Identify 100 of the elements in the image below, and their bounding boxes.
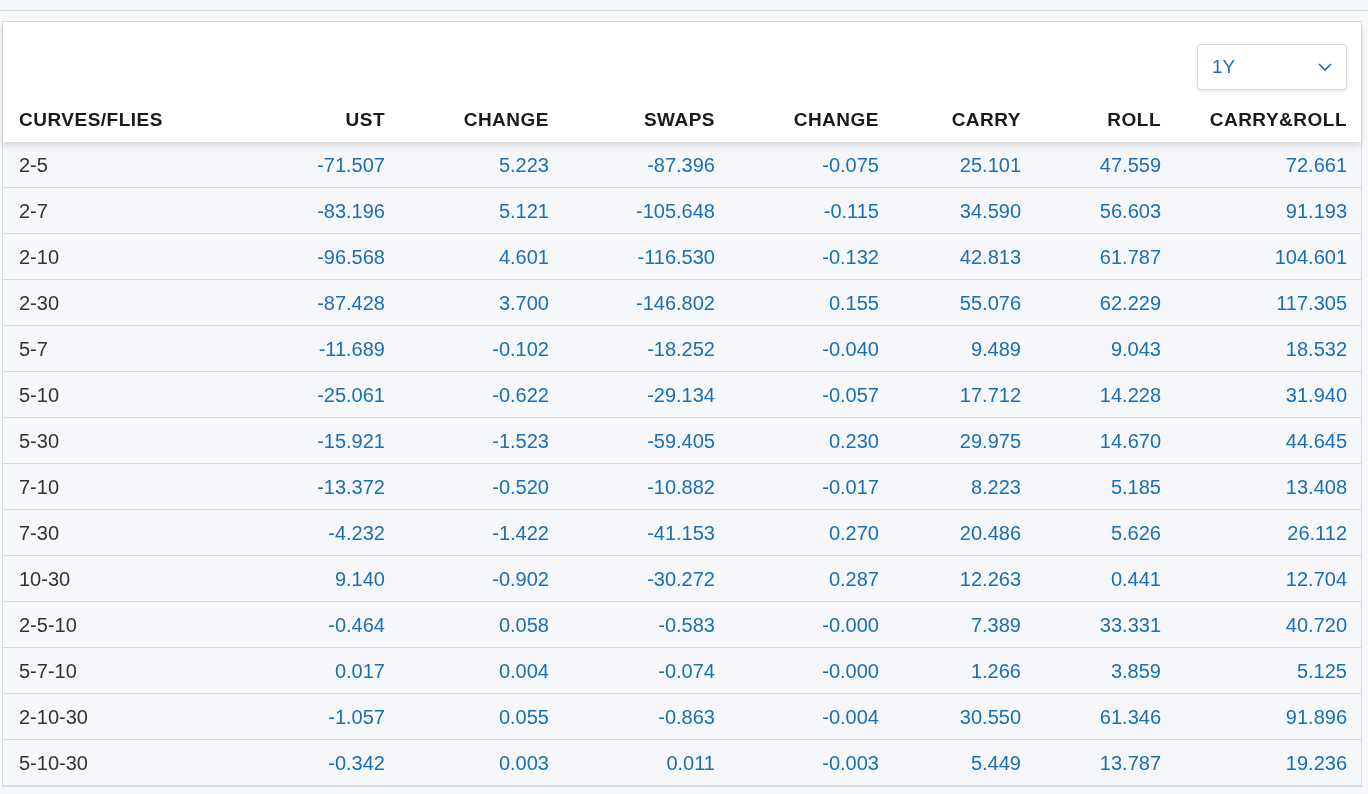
table-cell-text: 8.223 (970, 474, 1021, 500)
table-cell-text: 5.125 (1296, 658, 1347, 684)
table-cell-text: -0.622 (492, 382, 549, 408)
table-cell-text: 0.011 (666, 750, 715, 776)
table-cell-text: -0.040 (822, 336, 879, 362)
table-cell-text: -87.428 (317, 290, 385, 316)
column-header: CHANGE (793, 107, 879, 132)
table-cell-text: 19.236 (1285, 750, 1347, 776)
table-cell-text: 61.787 (1099, 244, 1161, 270)
table-cell-text: -105.648 (636, 198, 715, 224)
column-header: ROLL (1107, 107, 1161, 132)
table-cell-text: 9.043 (1110, 336, 1161, 362)
table-cell-text: -0.464 (328, 612, 385, 638)
table-cell-text: -0.074 (658, 658, 715, 684)
table-cell-text: 1.266 (970, 658, 1021, 684)
table-cell-text: 2-5 (19, 152, 48, 178)
table-cell-text: 7-10 (19, 474, 60, 500)
table-cell-text: 40.720 (1285, 612, 1347, 638)
table-cell-text: -0.583 (658, 612, 715, 638)
column-header: CARRY (951, 107, 1021, 132)
table-cell-text: 3.859 (1110, 658, 1161, 684)
table-cell-text: -11.689 (318, 336, 385, 362)
table-cell-text: 9.140 (334, 566, 385, 592)
table-cell-text: 12.704 (1285, 566, 1347, 592)
table-cell-text: -18.252 (647, 336, 715, 362)
table-cell-text: 5.185 (1110, 474, 1161, 500)
table-cell-text: -0.017 (822, 474, 879, 500)
table-cell-text: -87.396 (647, 152, 715, 178)
table-cell-text: 91.193 (1285, 198, 1347, 224)
table-cell-text: 117.305 (1276, 290, 1347, 316)
table-cell-text: -59.405 (647, 428, 715, 454)
period-dropdown[interactable]: 1Y (1197, 44, 1347, 90)
table-cell-text: 0.004 (498, 658, 549, 684)
table-cell-text: 4.601 (498, 244, 549, 270)
table-cell-text: -4.232 (328, 520, 385, 546)
table-cell-text: 34.590 (959, 198, 1021, 224)
table-cell-text: 61.346 (1099, 704, 1161, 730)
table-cell-text: 2-5-10 (19, 612, 77, 638)
table-cell-text: -0.000 (822, 612, 879, 638)
table-cell-text: 55.076 (959, 290, 1021, 316)
table-cell-text: 3.700 (498, 290, 549, 316)
column-header: UST (345, 107, 385, 132)
table-cell-text: -0.115 (823, 198, 879, 224)
table-cell-text: 2-7 (19, 198, 48, 224)
table-cell-text: -0.000 (822, 658, 879, 684)
chevron-down-icon (1318, 63, 1332, 71)
table-cell-text: 0.270 (828, 520, 879, 546)
table-cell-text: 5-10 (19, 382, 60, 408)
table-cell-text: 31.940 (1285, 382, 1347, 408)
table-cell-text: 9.489 (970, 336, 1021, 362)
table-cell-text: -96.568 (317, 244, 385, 270)
table-cell-text: 7.389 (970, 612, 1021, 638)
table-cell-text: 91.896 (1285, 704, 1347, 730)
column-header: CURVES/FLIES (19, 107, 163, 132)
table-cell-text: -0.520 (492, 474, 549, 500)
column-header: SWAPS (643, 107, 715, 132)
table-cell-text: -41.153 (647, 520, 715, 546)
table-cell-text: 5-30 (19, 428, 60, 454)
table-cell-text: 62.229 (1099, 290, 1161, 316)
table-cell-text: 17.712 (959, 382, 1021, 408)
table-cell-text: -0.132 (822, 244, 879, 270)
table-cell-text: 7-30 (19, 520, 60, 546)
table-cell-text: 13.408 (1285, 474, 1347, 500)
table-cell-text: 2-10 (19, 244, 60, 270)
table-cell-text: -116.530 (637, 244, 715, 270)
table-cell-text: -83.196 (317, 198, 385, 224)
table-cell-text: 5-10-30 (19, 750, 88, 776)
table-cell-text: 0.441 (1110, 566, 1161, 592)
table-cell-text: 12.263 (959, 566, 1021, 592)
table-cell-text: 10-30 (19, 566, 71, 592)
table-cell-text: 2-10-30 (19, 704, 88, 730)
table-cell-text: 26.112 (1287, 520, 1347, 546)
table-cell-text: 56.603 (1099, 198, 1161, 224)
table-cell-text: 0.003 (498, 750, 549, 776)
table-cell-text: 47.559 (1099, 152, 1161, 178)
column-header: CHANGE (463, 107, 549, 132)
table-cell-text: 5-7 (19, 336, 48, 362)
table-cell-text: 0.155 (828, 290, 879, 316)
table-cell-text: -0.902 (492, 566, 549, 592)
table-cell-text: -30.272 (647, 566, 715, 592)
table-cell-text: 5.223 (498, 152, 549, 178)
table-cell-text: 2-30 (19, 290, 60, 316)
table-cell-text: -71.507 (317, 152, 385, 178)
table-cell-text: 0.287 (828, 566, 879, 592)
table-cell-text: 30.550 (959, 704, 1021, 730)
table-cell-text: 20.486 (959, 520, 1021, 546)
table-cell-text: -0.342 (328, 750, 385, 776)
column-header: CARRY&ROLL (1209, 107, 1347, 132)
table-cell-text: -25.061 (317, 382, 385, 408)
table-cell-text: 29.975 (959, 428, 1021, 454)
table-cell-text: -1.422 (492, 520, 549, 546)
table-cell-text: -0.004 (822, 704, 879, 730)
table-cell-text: 44.645 (1285, 428, 1347, 454)
table-cell-text: 0.017 (334, 658, 385, 684)
table-cell-text: 72.661 (1285, 152, 1347, 178)
table-cell-text: 33.331 (1099, 612, 1161, 638)
table-cell-text: -0.003 (822, 750, 879, 776)
table-cell-text: 25.101 (959, 152, 1021, 178)
table-cell-text: 5.121 (498, 198, 549, 224)
table-cell-text: -13.372 (317, 474, 385, 500)
